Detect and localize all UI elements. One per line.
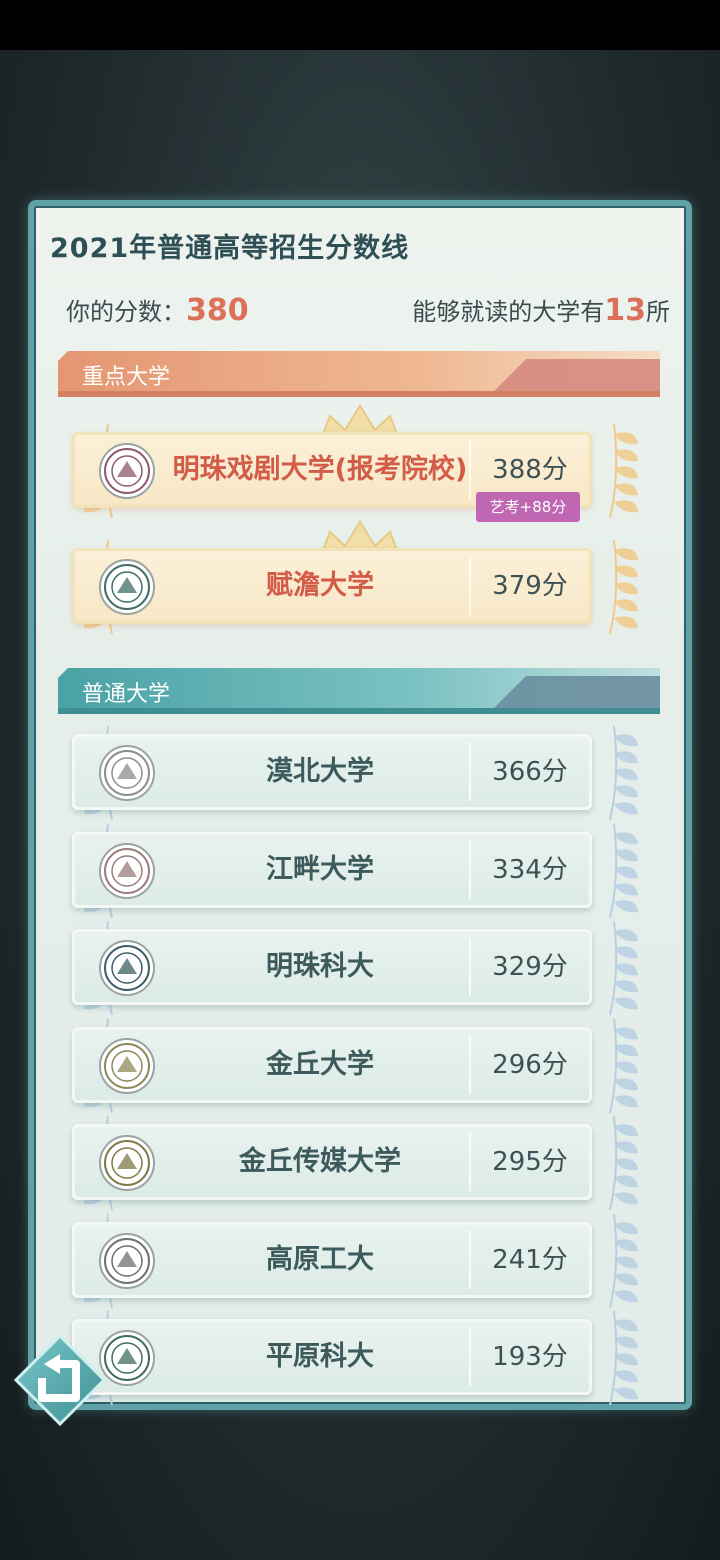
university-name: 江畔大学 bbox=[266, 854, 374, 885]
university-logo bbox=[99, 1233, 155, 1289]
university-name: 明珠科大 bbox=[266, 951, 374, 982]
your-score-label: 你的分数： bbox=[66, 298, 186, 326]
university-logo-icon bbox=[104, 448, 150, 494]
laurel-wing-icon bbox=[609, 423, 638, 519]
section-key-label: 重点大学 bbox=[82, 365, 171, 390]
card-divider bbox=[469, 557, 471, 615]
university-logo bbox=[99, 940, 155, 996]
laurel-wing-icon bbox=[609, 823, 638, 919]
university-score: 366分 bbox=[492, 757, 568, 787]
university-name: 金丘大学 bbox=[266, 1049, 374, 1080]
university-logo-icon bbox=[104, 564, 150, 610]
card-divider bbox=[469, 1133, 471, 1191]
university-card[interactable]: 金丘传媒大学 295分 bbox=[72, 1124, 592, 1200]
card-divider bbox=[469, 1231, 471, 1289]
university-logo-icon bbox=[104, 750, 150, 796]
university-card[interactable]: 明珠科大 329分 bbox=[72, 929, 592, 1005]
university-logo bbox=[99, 843, 155, 899]
eligible-count-value: 13 bbox=[604, 293, 646, 328]
university-score: 379分 bbox=[492, 571, 568, 601]
your-score-value: 380 bbox=[186, 293, 249, 328]
back-arrow-icon bbox=[13, 1333, 107, 1427]
university-logo bbox=[99, 1135, 155, 1191]
card-divider bbox=[469, 1328, 471, 1386]
score-summary: 你的分数：380 能够就读的大学有13所 bbox=[66, 292, 670, 332]
card-divider bbox=[469, 743, 471, 801]
university-logo bbox=[99, 1038, 155, 1094]
your-score: 你的分数：380 bbox=[66, 292, 249, 328]
university-score: 329分 bbox=[492, 952, 568, 982]
eligible-suffix: 所 bbox=[646, 298, 670, 326]
laurel-wing-icon bbox=[609, 725, 638, 821]
university-score: 193分 bbox=[492, 1342, 568, 1372]
university-score: 241分 bbox=[492, 1245, 568, 1275]
key-university-card[interactable]: 赋澹大学 379分 bbox=[72, 548, 592, 624]
laurel-wing-icon bbox=[609, 1018, 638, 1114]
university-name: 明珠戏剧大学(报考院校) bbox=[172, 454, 468, 485]
university-logo-icon bbox=[104, 1043, 150, 1089]
eligible-prefix: 能够就读的大学有 bbox=[412, 298, 605, 326]
page-title: 2021年普通高等招生分数线 bbox=[50, 233, 410, 264]
section-normal-universities: 普通大学 bbox=[58, 668, 660, 714]
card-divider bbox=[469, 441, 471, 499]
university-card[interactable]: 金丘大学 296分 bbox=[72, 1027, 592, 1103]
university-card[interactable]: 漠北大学 366分 bbox=[72, 734, 592, 810]
university-logo bbox=[99, 1330, 155, 1386]
section-normal-label: 普通大学 bbox=[82, 682, 171, 707]
card-divider bbox=[469, 938, 471, 996]
university-logo bbox=[99, 745, 155, 801]
eligible-count: 能够就读的大学有13所 bbox=[412, 292, 670, 328]
university-name: 高原工大 bbox=[266, 1244, 374, 1275]
university-name: 漠北大学 bbox=[266, 756, 374, 787]
university-name: 平原科大 bbox=[266, 1341, 374, 1372]
card-divider bbox=[469, 841, 471, 899]
university-name: 金丘传媒大学 bbox=[239, 1146, 401, 1177]
university-logo bbox=[99, 443, 155, 499]
laurel-wing-icon bbox=[609, 1310, 638, 1406]
university-score: 295分 bbox=[492, 1147, 568, 1177]
laurel-wing-icon bbox=[609, 1213, 638, 1309]
university-logo-icon bbox=[104, 1140, 150, 1186]
card-divider bbox=[469, 1036, 471, 1094]
university-card[interactable]: 平原科大 193分 bbox=[72, 1319, 592, 1395]
university-logo-icon bbox=[104, 848, 150, 894]
university-logo-icon bbox=[104, 1238, 150, 1284]
university-name: 赋澹大学 bbox=[266, 570, 374, 601]
laurel-wing-icon bbox=[609, 920, 638, 1016]
university-score: 334分 bbox=[492, 855, 568, 885]
university-logo bbox=[99, 559, 155, 615]
university-card[interactable]: 高原工大 241分 bbox=[72, 1222, 592, 1298]
section-key-universities: 重点大学 bbox=[58, 351, 660, 397]
laurel-wing-icon bbox=[609, 1115, 638, 1211]
university-score: 296分 bbox=[492, 1050, 568, 1080]
laurel-wing-icon bbox=[609, 539, 638, 635]
university-logo-icon bbox=[104, 1335, 150, 1381]
university-logo-icon bbox=[104, 945, 150, 991]
art-exam-bonus-badge: 艺考+88分 bbox=[476, 492, 580, 522]
university-card[interactable]: 江畔大学 334分 bbox=[72, 832, 592, 908]
back-button[interactable] bbox=[13, 1333, 107, 1427]
status-bar bbox=[0, 0, 720, 50]
